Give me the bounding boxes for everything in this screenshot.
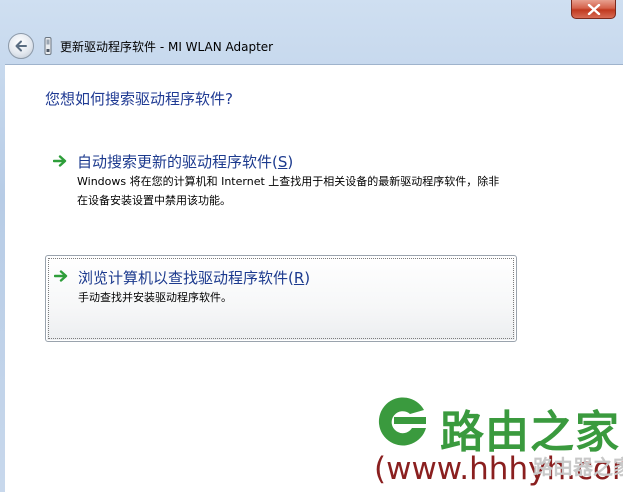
back-button[interactable] xyxy=(8,33,34,59)
auto-search-description: Windows 将在您的计算机和 Internet 上查找用于相关设备的最新驱动… xyxy=(77,175,500,207)
back-arrow-icon xyxy=(15,40,27,52)
close-icon xyxy=(587,4,601,15)
nav-bar: 更新驱动程序软件 - MI WLAN Adapter xyxy=(0,28,623,64)
close-button[interactable] xyxy=(571,0,616,19)
browse-computer-description: 手动查找并安装驱动程序软件。 xyxy=(78,291,232,304)
auto-search-option[interactable]: 自动搜索更新的驱动程序软件(S) Windows 将在您的计算机和 Intern… xyxy=(45,146,517,207)
auto-search-title[interactable]: 自动搜索更新的驱动程序软件(S) xyxy=(77,151,293,172)
window-title: 更新驱动程序软件 - MI WLAN Adapter xyxy=(60,40,274,54)
accelerator-key: S xyxy=(277,153,288,171)
page-heading: 您想如何搜索驱动程序软件? xyxy=(45,90,233,108)
accelerator-key: R xyxy=(293,269,305,287)
window-frame: 更新驱动程序软件 - MI WLAN Adapter 您想如何搜索驱动程序软件?… xyxy=(0,0,623,492)
network-adapter-icon xyxy=(44,37,52,55)
browse-computer-option[interactable]: 浏览计算机以查找驱动程序软件(R) 手动查找并安装驱动程序软件。 xyxy=(45,255,517,342)
browse-computer-title[interactable]: 浏览计算机以查找驱动程序软件(R) xyxy=(78,267,310,288)
watermark-logo-icon xyxy=(378,397,426,446)
green-arrow-icon xyxy=(54,270,68,282)
watermark-ghost-text: 路由器之家 xyxy=(533,455,623,479)
green-arrow-icon xyxy=(53,155,67,167)
